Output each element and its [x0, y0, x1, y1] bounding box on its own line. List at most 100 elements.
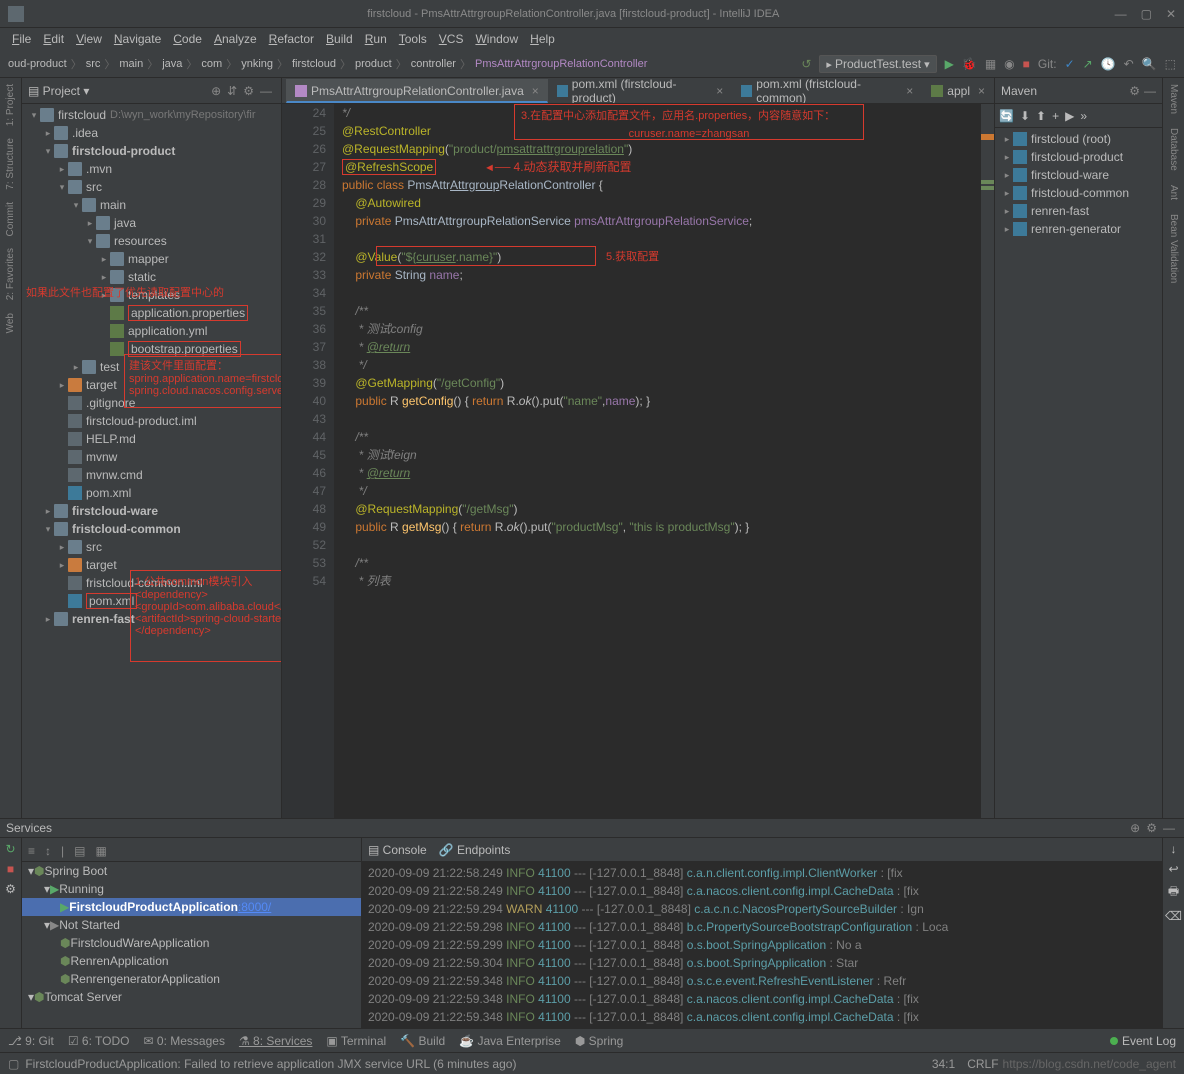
tree-item-mvnw-cmd[interactable]: mvnw.cmd — [22, 466, 281, 484]
tree-item-src[interactable]: ▸src — [22, 538, 281, 556]
stripe-button[interactable]: 7: Structure — [5, 136, 16, 192]
menu-refactor[interactable]: Refactor — [265, 30, 318, 48]
menu-file[interactable]: File — [8, 30, 35, 48]
run-icon[interactable]: ▶ — [1065, 109, 1074, 123]
event-log-button[interactable]: Event Log — [1110, 1034, 1176, 1048]
stripe-button[interactable]: Bean Validation — [1168, 212, 1179, 285]
editor-tab[interactable]: pom.xml (fristcloud-common)× — [732, 79, 922, 103]
breadcrumb-item[interactable]: ynking — [241, 58, 273, 70]
run-icon[interactable]: ▶ — [945, 57, 954, 71]
service-item[interactable]: ⬢ RenrenApplication — [22, 952, 361, 970]
service-item[interactable]: ▾ ⬢ Tomcat Server — [22, 988, 361, 1006]
menu-code[interactable]: Code — [169, 30, 206, 48]
run-config-selector[interactable]: ▸ ProductTest.test ▾ — [819, 55, 936, 73]
tree-item--mvn[interactable]: ▸.mvn — [22, 160, 281, 178]
menu-help[interactable]: Help — [526, 30, 559, 48]
scroll-icon[interactable]: ↓ — [1171, 842, 1177, 856]
minimize-icon[interactable]: — — [1115, 7, 1127, 21]
maven-module[interactable]: ▸firstcloud-ware — [995, 166, 1162, 184]
settings-icon[interactable]: ⚙ — [1129, 84, 1140, 98]
service-item[interactable]: ⬢ FirstcloudWareApplication — [22, 934, 361, 952]
editor-marker-bar[interactable] — [980, 104, 994, 818]
bottom-tab[interactable]: ⚗ 8: Services — [239, 1034, 312, 1048]
download-icon[interactable]: ⬆ — [1036, 109, 1046, 123]
hide-icon[interactable]: — — [260, 84, 272, 98]
breadcrumb-item[interactable]: src — [86, 58, 101, 70]
collapse-icon[interactable]: ⇵ — [227, 84, 237, 98]
add-icon[interactable]: + — [1052, 109, 1059, 123]
maven-module[interactable]: ▸firstcloud (root) — [995, 130, 1162, 148]
caret-position[interactable]: 34:1 — [932, 1057, 955, 1071]
stripe-button[interactable]: Database — [1168, 126, 1179, 173]
more-icon[interactable]: » — [1080, 109, 1087, 123]
bottom-tab[interactable]: ☕ Java Enterprise — [459, 1034, 561, 1048]
console-output[interactable]: 2020-09-09 21:22:58.249 INFO 41100 --- [… — [362, 862, 1162, 1028]
bottom-tab[interactable]: ▣ Terminal — [326, 1034, 386, 1048]
maven-module[interactable]: ▸renren-fast — [995, 202, 1162, 220]
tree-item-application-properties[interactable]: application.properties — [22, 304, 281, 322]
git-history-icon[interactable]: 🕓 — [1101, 57, 1116, 71]
breadcrumb-item[interactable]: com — [201, 58, 222, 70]
maven-module[interactable]: ▸firstcloud-product — [995, 148, 1162, 166]
stop-icon[interactable]: ■ — [1023, 57, 1030, 71]
print-icon[interactable]: 🖶 — [1168, 882, 1179, 903]
tree-item-java[interactable]: ▸java — [22, 214, 281, 232]
filter-icon[interactable]: ▤ — [74, 844, 85, 858]
rerun-icon[interactable]: ↻ — [5, 842, 15, 856]
wrap-icon[interactable]: ↩ — [1168, 862, 1178, 876]
tree-item-application-yml[interactable]: application.yml — [22, 322, 281, 340]
breadcrumb-item[interactable]: PmsAttrAttrgroupRelationController — [475, 58, 647, 70]
stripe-button[interactable]: Commit — [5, 200, 16, 238]
select-icon[interactable]: ⊕ — [1130, 821, 1140, 835]
tree-item-mapper[interactable]: ▸mapper — [22, 250, 281, 268]
hide-icon[interactable]: — — [1144, 84, 1156, 98]
breadcrumb-item[interactable]: firstcloud — [292, 58, 336, 70]
menu-view[interactable]: View — [72, 30, 106, 48]
tree-item-firstcloud[interactable]: ▾firstcloudD:\wyn_work\myRepository\fir — [22, 106, 281, 124]
breadcrumb-item[interactable]: controller — [411, 58, 456, 70]
menu-run[interactable]: Run — [361, 30, 391, 48]
stripe-button[interactable]: Ant — [1168, 183, 1179, 202]
settings-icon[interactable]: ⚙ — [243, 84, 254, 98]
code-editor[interactable]: 2425262728293031323334353637383940434445… — [282, 104, 994, 818]
tree-icon[interactable]: ≡ — [28, 844, 35, 858]
tree-item-resources[interactable]: ▾resources — [22, 232, 281, 250]
stop-icon[interactable]: ■ — [7, 862, 14, 876]
maven-tree[interactable]: ▸firstcloud (root)▸firstcloud-product▸fi… — [995, 128, 1162, 240]
tree-item-firstcloud-product[interactable]: ▾firstcloud-product — [22, 142, 281, 160]
menu-window[interactable]: Window — [471, 30, 522, 48]
coverage-icon[interactable]: ▦ — [985, 57, 996, 71]
tree-item-fristcloud-common[interactable]: ▾fristcloud-common — [22, 520, 281, 538]
generate-icon[interactable]: ⬇ — [1020, 109, 1030, 123]
tree-item-firstcloud-ware[interactable]: ▸firstcloud-ware — [22, 502, 281, 520]
close-icon[interactable]: ✕ — [1166, 7, 1176, 21]
service-item[interactable]: ⬢ RenrengeneratorApplication — [22, 970, 361, 988]
bottom-tab[interactable]: ☑ 6: TODO — [68, 1034, 130, 1048]
tree-item-firstcloud-product-iml[interactable]: firstcloud-product.iml — [22, 412, 281, 430]
stripe-button[interactable]: Web — [5, 311, 16, 335]
profile-icon[interactable]: ◉ — [1004, 57, 1014, 71]
status-icon[interactable]: ▢ — [8, 1057, 19, 1071]
editor-tab[interactable]: pom.xml (firstcloud-product)× — [548, 79, 732, 103]
menu-edit[interactable]: Edit — [39, 30, 68, 48]
editor-tab[interactable]: appl× — [922, 79, 994, 103]
maven-module[interactable]: ▸renren-generator — [995, 220, 1162, 238]
git-update-icon[interactable]: ✓ — [1065, 57, 1075, 71]
breadcrumb-item[interactable]: java — [162, 58, 182, 70]
back-icon[interactable]: ↺ — [801, 57, 811, 71]
menu-tools[interactable]: Tools — [395, 30, 431, 48]
breadcrumb-item[interactable]: main — [119, 58, 143, 70]
tree-item-main[interactable]: ▾main — [22, 196, 281, 214]
reimport-icon[interactable]: 🔄 — [999, 109, 1014, 123]
tree-item-src[interactable]: ▾src — [22, 178, 281, 196]
select-file-icon[interactable]: ⊕ — [211, 84, 221, 98]
git-revert-icon[interactable]: ↶ — [1124, 57, 1134, 71]
services-tree[interactable]: ≡ ↕ | ▤ ▦ ▾ ⬢ Spring Boot▾ ▶ Running▶ Fi… — [22, 838, 362, 1028]
settings-icon[interactable]: ⚙ — [1146, 821, 1157, 835]
tree-item-pom-xml[interactable]: pom.xml — [22, 484, 281, 502]
bottom-tab[interactable]: ✉ 0: Messages — [144, 1034, 225, 1048]
stripe-button[interactable]: 2: Favorites — [5, 246, 16, 302]
clear-icon[interactable]: ⌫ — [1165, 909, 1182, 923]
console-tab[interactable]: ▤ Console — [368, 843, 427, 857]
menu-build[interactable]: Build — [322, 30, 357, 48]
